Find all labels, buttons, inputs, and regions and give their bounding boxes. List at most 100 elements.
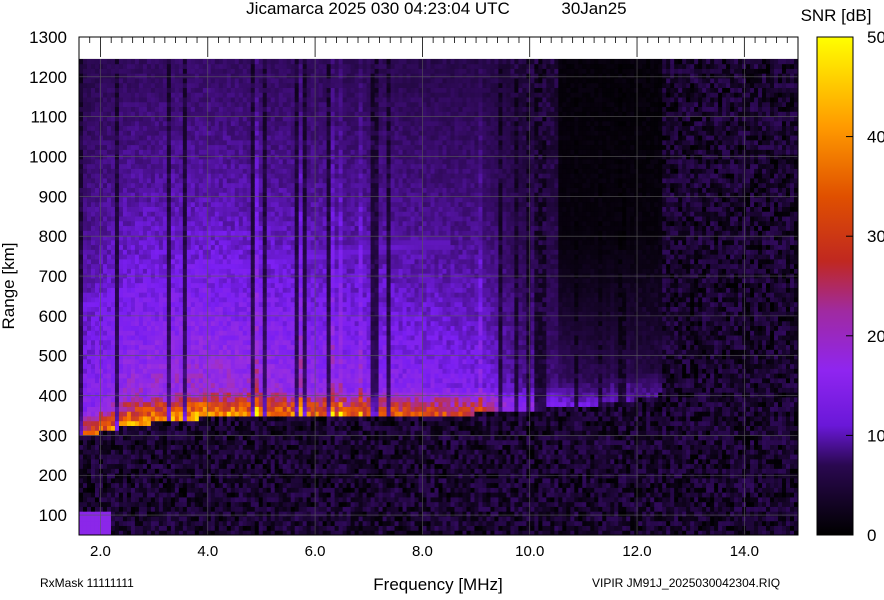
heat-cell [275, 421, 279, 426]
heat-cell [271, 506, 275, 511]
heat-cell [191, 164, 195, 169]
heat-cell [119, 249, 123, 254]
heat-cell [107, 202, 111, 207]
heat-cell [139, 268, 143, 273]
heat-cell [83, 316, 87, 321]
heat-cell [239, 235, 243, 240]
heat-cell [183, 330, 187, 335]
heat-cell [215, 264, 219, 269]
heat-cell [139, 202, 143, 207]
heat-cell [259, 230, 263, 235]
heat-cell [123, 140, 127, 145]
heat-cell [219, 492, 223, 497]
heat-cell [163, 130, 167, 135]
heat-cell [219, 149, 223, 154]
heat-cell [139, 373, 143, 378]
heat-cell [103, 316, 107, 321]
heat-cell [135, 64, 139, 69]
heat-cell [263, 287, 267, 292]
heat-cell [251, 516, 255, 521]
heat-cell [143, 525, 147, 530]
heat-cell [167, 349, 171, 354]
heat-cell [107, 207, 111, 212]
heat-cell [171, 373, 175, 378]
heat-cell [235, 245, 239, 250]
heat-cell [271, 187, 275, 192]
heat-cell [83, 97, 87, 102]
heat-cell [159, 83, 163, 88]
heat-cell [107, 83, 111, 88]
heat-cell [179, 287, 183, 292]
heat-cell [231, 306, 235, 311]
heat-cell [107, 268, 111, 273]
heat-cell [83, 492, 87, 497]
heat-cell [79, 392, 83, 397]
heat-cell [239, 340, 243, 345]
heat-cell [203, 192, 207, 197]
heat-cell [123, 330, 127, 335]
heat-cell [223, 187, 227, 192]
heat-cell [83, 430, 87, 435]
heat-cell [239, 216, 243, 221]
heat-cell [171, 102, 175, 107]
heat-cell [127, 278, 131, 283]
heat-cell [167, 497, 171, 502]
heat-cell [195, 302, 199, 307]
heat-cell [215, 383, 219, 388]
heat-cell [155, 430, 159, 435]
heat-cell [163, 292, 167, 297]
heat-cell [243, 421, 247, 426]
heat-cell [159, 240, 163, 245]
heat-cell [239, 483, 243, 488]
heat-cell [135, 221, 139, 226]
heat-cell [115, 164, 119, 169]
heat-cell [139, 78, 143, 83]
heat-cell [127, 464, 131, 469]
heat-cell [79, 64, 83, 69]
heat-cell [155, 64, 159, 69]
heat-cell [155, 102, 159, 107]
heat-cell [87, 264, 91, 269]
heat-cell [203, 468, 207, 473]
heat-cell [143, 473, 147, 478]
heat-cell [215, 73, 219, 78]
heat-cell [79, 68, 83, 73]
heat-cell [131, 221, 135, 226]
heat-cell [191, 349, 195, 354]
heat-cell [247, 326, 251, 331]
heat-cell [103, 411, 107, 416]
heat-cell [127, 492, 131, 497]
heat-cell [95, 278, 99, 283]
heat-cell [167, 64, 171, 69]
heat-cell [179, 283, 183, 288]
heat-cell [91, 164, 95, 169]
heat-cell [155, 487, 159, 492]
heat-cell [191, 78, 195, 83]
heat-cell [267, 397, 271, 402]
heat-cell [143, 335, 147, 340]
heat-cell [199, 473, 203, 478]
heat-cell [195, 497, 199, 502]
heat-cell [95, 173, 99, 178]
heat-cell [171, 487, 175, 492]
heat-cell [99, 487, 103, 492]
heat-cell [143, 364, 147, 369]
heat-cell [219, 287, 223, 292]
heat-cell [191, 68, 195, 73]
heat-cell [155, 235, 159, 240]
heat-cell [115, 121, 119, 126]
heat-cell [147, 421, 151, 426]
heat-cell [151, 306, 155, 311]
heat-cell [139, 145, 143, 150]
heat-cell [183, 178, 187, 183]
heat-cell [195, 92, 199, 97]
heat-cell [223, 483, 227, 488]
heat-cell [255, 187, 259, 192]
heat-cell [99, 259, 103, 264]
heat-cell [91, 297, 95, 302]
heat-cell [99, 83, 103, 88]
heat-cell [267, 354, 271, 359]
heat-cell [211, 130, 215, 135]
heat-cell [103, 64, 107, 69]
heat-cell [119, 173, 123, 178]
